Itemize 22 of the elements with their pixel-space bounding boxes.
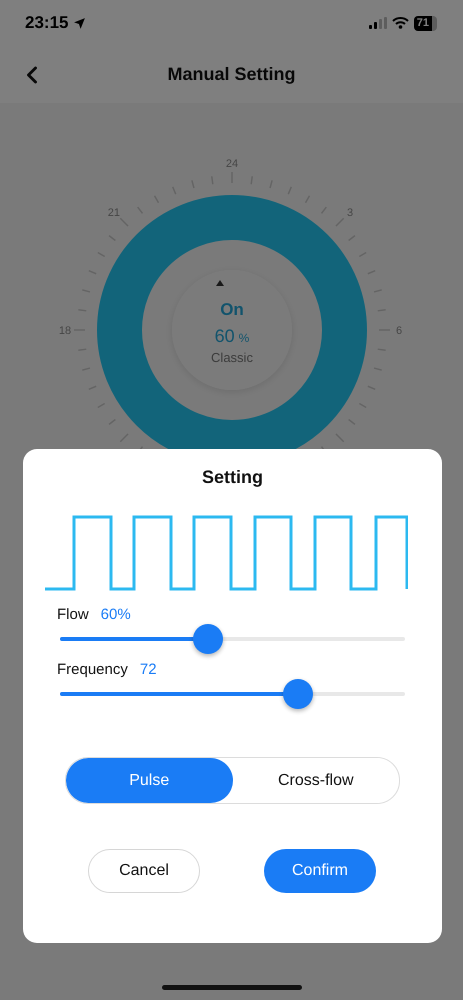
wifi-icon: [392, 17, 409, 29]
pointer-icon: [216, 280, 224, 286]
mode-label: Classic: [211, 350, 253, 365]
slider-reading: 60%: [100, 606, 131, 623]
mode-tab[interactable]: Pulse: [66, 758, 232, 803]
slider-thumb[interactable]: [193, 624, 224, 654]
slider-reading: 72: [140, 661, 157, 678]
slider[interactable]: [60, 624, 405, 654]
slider-label: Flow: [57, 606, 89, 623]
battery-indicator: 71: [414, 16, 437, 30]
slider[interactable]: [60, 679, 405, 709]
power-state: On: [220, 300, 244, 319]
flow-value: 60 %: [214, 326, 250, 346]
status-time: 23:15: [25, 13, 68, 33]
slider-label: Frequency: [57, 661, 128, 678]
signal-icon: [368, 17, 387, 29]
page-title: Manual Setting: [167, 64, 296, 85]
cancel-button[interactable]: Cancel: [88, 849, 200, 893]
dialog-title: Setting: [201, 467, 264, 488]
slider-thumb[interactable]: [283, 679, 314, 709]
location-arrow-icon: [73, 16, 86, 30]
confirm-button[interactable]: Confirm: [264, 849, 376, 893]
